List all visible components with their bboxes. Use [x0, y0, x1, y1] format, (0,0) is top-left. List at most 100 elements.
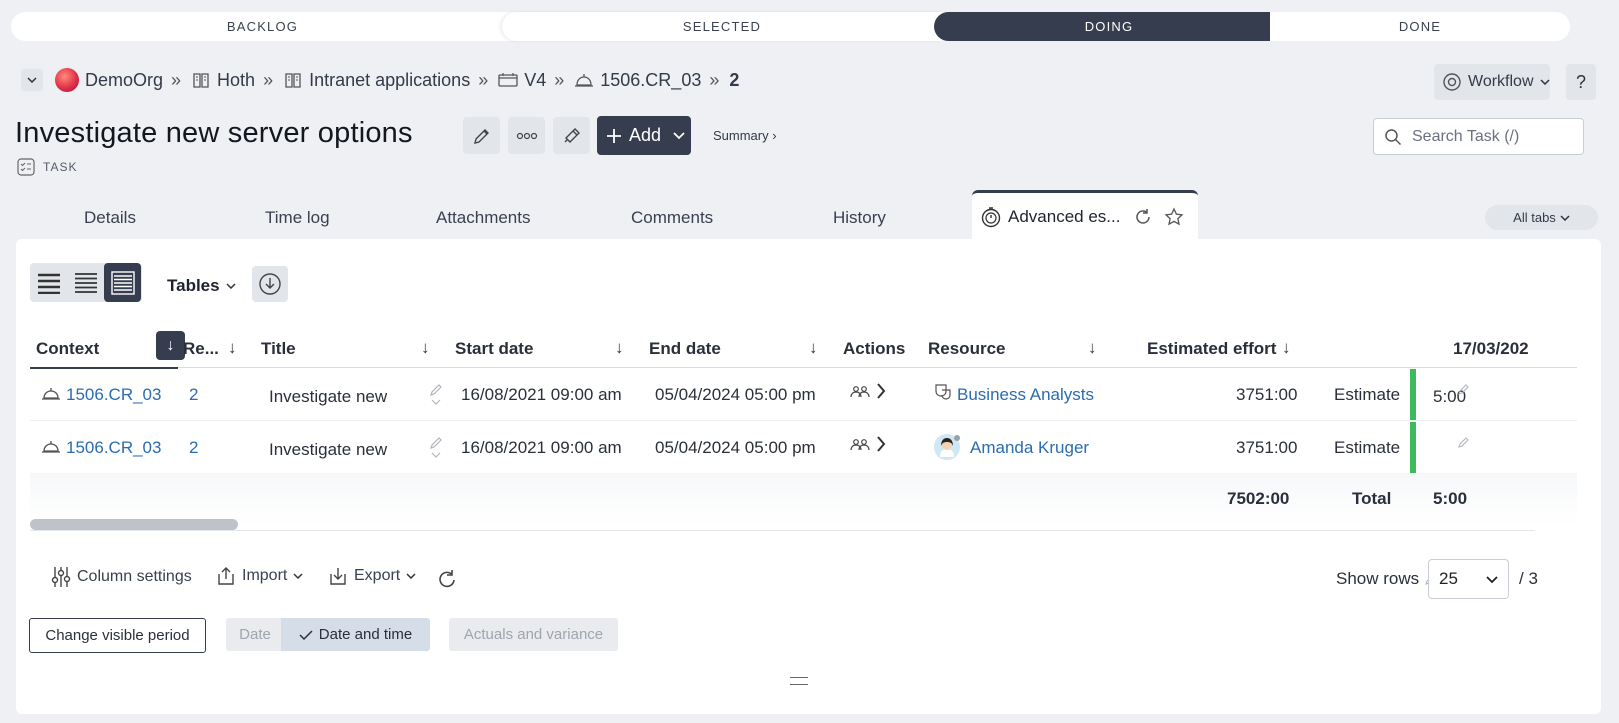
page-title: Investigate new server options — [15, 117, 413, 149]
bell-icon — [574, 70, 594, 90]
chevron-down-icon — [293, 573, 303, 579]
workflow-step-done[interactable]: DONE — [1270, 12, 1570, 41]
resource-link[interactable]: Amanda Kruger — [970, 438, 1089, 458]
download-button[interactable] — [252, 266, 288, 302]
date-time-toggle-label: Date and time — [318, 626, 413, 643]
workflow-step-backlog[interactable]: BACKLOG — [11, 12, 514, 41]
ref-link[interactable]: 2 — [189, 438, 198, 458]
chevron-right-icon[interactable] — [876, 382, 886, 400]
breadcrumb-item-hoth[interactable]: Hoth — [191, 70, 255, 91]
column-header-context[interactable]: Context — [36, 339, 99, 359]
star-icon[interactable] — [1164, 206, 1184, 227]
column-settings-label: Column settings — [77, 568, 192, 585]
column-header-start-date[interactable]: Start date — [455, 339, 533, 359]
context-link[interactable]: 1506.CR_03 — [66, 385, 161, 405]
type-label: TASK — [17, 158, 77, 176]
resize-handle[interactable] — [790, 677, 808, 685]
workflow-button[interactable]: Workflow — [1434, 64, 1550, 100]
chevron-down-icon — [1486, 576, 1498, 584]
tables-dropdown-label: Tables — [167, 276, 220, 295]
refresh-icon[interactable] — [1134, 208, 1152, 226]
effort-type: Estimate — [1334, 385, 1401, 404]
breadcrumb-item-cr[interactable]: 1506.CR_03 — [574, 70, 701, 91]
breadcrumb-item-org[interactable]: DemoOrg — [55, 68, 163, 92]
help-button[interactable]: ? — [1566, 64, 1596, 100]
tab-time-log[interactable]: Time log — [265, 208, 330, 228]
horizontal-scrollbar[interactable] — [30, 517, 1535, 531]
ref-link[interactable]: 2 — [189, 385, 198, 405]
pencil-icon — [473, 128, 489, 144]
table-icon — [110, 270, 135, 295]
workflow-icon — [1443, 73, 1461, 91]
chevron-right-icon[interactable] — [876, 435, 886, 453]
sort-arrow-down-icon[interactable]: ↓ — [615, 338, 624, 358]
refresh-button[interactable] — [437, 569, 457, 589]
refresh-icon — [439, 570, 455, 588]
breadcrumb-label: Hoth — [217, 69, 256, 90]
workflow-step-selected[interactable]: SELECTED — [502, 12, 942, 41]
sort-arrow-down-icon[interactable]: ↓ — [809, 338, 818, 358]
scrollbar-thumb[interactable] — [30, 519, 238, 530]
pencil-icon[interactable] — [429, 383, 443, 407]
column-settings-button[interactable]: Column settings — [51, 566, 192, 588]
column-header-title[interactable]: Title — [261, 339, 296, 359]
edit-button[interactable] — [463, 117, 500, 154]
breadcrumb-collapse-button[interactable] — [21, 69, 43, 91]
start-date: 16/08/2021 09:00 am — [461, 385, 622, 404]
date-toggle[interactable]: Date — [226, 618, 284, 651]
add-button-label: Add — [629, 125, 662, 145]
add-button[interactable]: Add — [597, 116, 691, 155]
sort-arrow-down-icon[interactable]: ↓ — [156, 331, 185, 360]
tab-details[interactable]: Details — [84, 208, 136, 228]
breadcrumb-label: 1506.CR_03 — [600, 69, 702, 90]
sort-arrow-down-icon[interactable]: ↓ — [1282, 338, 1291, 358]
view-compact-button[interactable] — [30, 263, 67, 302]
pencil-icon[interactable] — [429, 436, 443, 460]
export-button[interactable]: Export — [328, 566, 416, 586]
team-icon[interactable] — [850, 385, 870, 399]
pencil-icon[interactable] — [1458, 383, 1470, 395]
date-time-toggle[interactable]: Date and time — [281, 618, 430, 651]
more-button[interactable] — [508, 117, 545, 154]
team-icon[interactable] — [850, 438, 870, 452]
column-header-estimated-effort[interactable]: Estimated effort — [1147, 339, 1276, 359]
search-box[interactable] — [1373, 118, 1584, 155]
tab-advanced-estimates[interactable]: Advanced es... — [972, 190, 1198, 240]
breadcrumb-item-current: 2 — [729, 70, 739, 91]
workflow-step-doing[interactable]: DOING — [934, 12, 1284, 41]
team-mask-icon — [935, 384, 951, 400]
show-rows-text: Show rows — [1336, 569, 1420, 588]
change-visible-period-button[interactable]: Change visible period — [29, 618, 206, 653]
watch-button[interactable] — [553, 117, 590, 154]
import-button[interactable]: Import — [216, 566, 303, 586]
search-input[interactable] — [1412, 127, 1572, 146]
view-table-button[interactable] — [104, 263, 141, 302]
column-header-end-date[interactable]: End date — [649, 339, 721, 359]
list-large-icon — [37, 273, 60, 294]
org-avatar-icon — [55, 68, 79, 92]
tab-attachments[interactable]: Attachments — [436, 208, 531, 228]
column-header-resource[interactable]: Resource — [928, 339, 1005, 359]
breadcrumb-item-v4[interactable]: V4 — [498, 70, 546, 91]
actuals-variance-toggle[interactable]: Actuals and variance — [449, 618, 618, 651]
context-link[interactable]: 1506.CR_03 — [66, 438, 161, 458]
all-tabs-label: All tabs — [1513, 210, 1556, 225]
view-medium-button[interactable] — [67, 263, 104, 302]
chevron-down-icon — [27, 77, 37, 83]
sort-arrow-down-icon[interactable]: ↓ — [1088, 338, 1097, 358]
calendar-icon — [498, 70, 518, 90]
tab-history[interactable]: History — [833, 208, 886, 228]
resource-link[interactable]: Business Analysts — [957, 385, 1094, 405]
summary-link[interactable]: Summary › — [713, 128, 777, 143]
column-header-ref[interactable]: Re... — [183, 339, 219, 359]
estimate-indicator — [1410, 369, 1416, 420]
breadcrumb-label: 2 — [729, 69, 740, 90]
all-tabs-button[interactable]: All tabs — [1485, 205, 1598, 230]
tables-dropdown[interactable]: Tables — [167, 276, 236, 296]
rows-per-page-select[interactable]: 25 — [1428, 559, 1509, 599]
pencil-icon[interactable] — [1458, 436, 1470, 448]
breadcrumb-item-intranet[interactable]: Intranet applications — [283, 70, 470, 91]
sort-arrow-down-icon[interactable]: ↓ — [421, 338, 430, 358]
sort-arrow-down-icon[interactable]: ↓ — [228, 338, 237, 358]
tab-comments[interactable]: Comments — [631, 208, 713, 228]
